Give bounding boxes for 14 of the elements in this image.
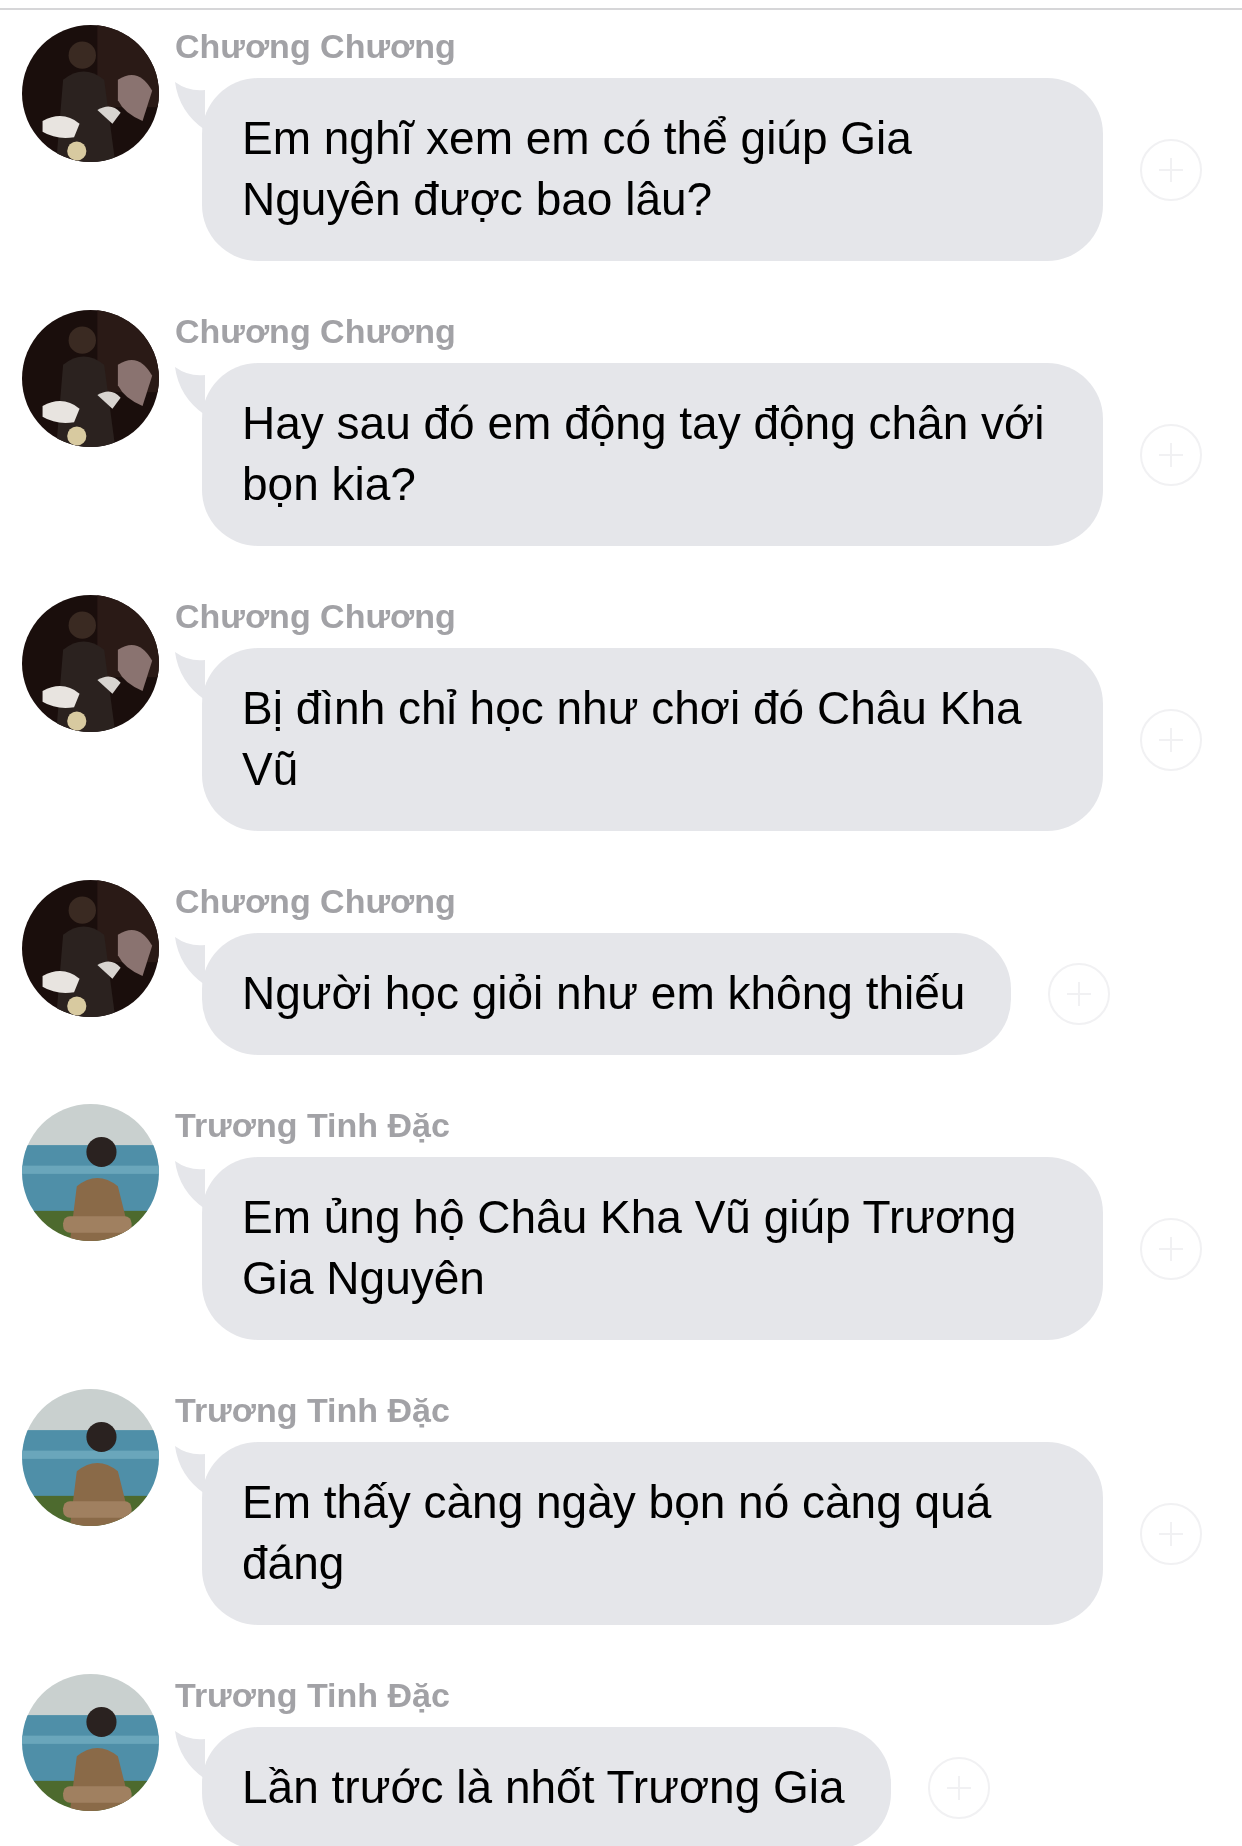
message-bubble: Bị đình chỉ học như chơi đó Châu Kha Vũ	[202, 648, 1103, 831]
message-bubble: Em nghĩ xem em có thể giúp Gia Nguyên được bao lâu?	[202, 78, 1103, 261]
sender-name: Chương Chương	[175, 26, 457, 66]
sender-name: Trương Tinh Đặc	[175, 1390, 451, 1430]
message-bubble: Hay sau đó em động tay động chân với bọn kia?	[202, 363, 1103, 546]
sender-name: Chương Chương	[175, 596, 457, 636]
message-bubble: Lần trước là nhốt Trương Gia	[202, 1727, 891, 1846]
sender-name: Trương Tinh Đặc	[175, 1675, 451, 1715]
sender-name: Chương Chương	[175, 881, 457, 921]
sender-name: Chương Chương	[175, 311, 457, 351]
message-bubble: Em thấy càng ngày bọn nó càng quá đáng	[202, 1442, 1103, 1625]
message-bubble: Em ủng hộ Châu Kha Vũ giúp Trương Gia Nguyên	[202, 1157, 1103, 1340]
message-bubble: Người học giỏi như em không thiếu	[202, 933, 1012, 1055]
sender-name: Trương Tinh Đặc	[175, 1105, 451, 1145]
